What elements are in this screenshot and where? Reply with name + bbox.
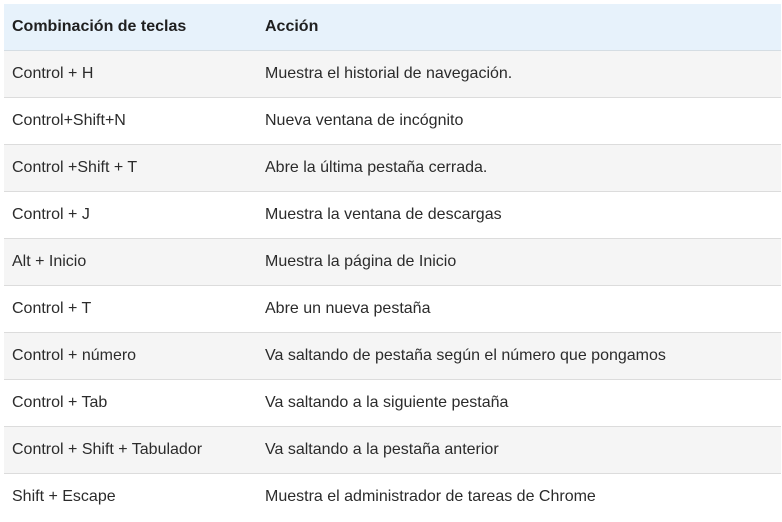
shortcut-action-cell: Muestra el administrador de tareas de Ch… (265, 487, 596, 505)
shortcut-action-cell: Abre un nueva pestaña (265, 299, 431, 317)
table-row: Shift + Escape Muestra el administrador … (4, 473, 781, 520)
shortcut-keys-cell: Shift + Escape (12, 487, 116, 505)
table-row: Control + T Abre un nueva pestaña (4, 285, 781, 332)
table-row: Control + número Va saltando de pestaña … (4, 332, 781, 379)
header-row: Combinación de teclas Acción (4, 4, 781, 51)
shortcut-action-cell: Va saltando de pestaña según el número q… (265, 346, 666, 364)
shortcut-action-cell: Va saltando a la pestaña anterior (265, 440, 499, 458)
table-row: Control + Shift + Tabulador Va saltando … (4, 426, 781, 473)
table-row: Control + Tab Va saltando a la siguiente… (4, 379, 781, 426)
shortcut-action-cell: Nueva ventana de incógnito (265, 111, 464, 129)
shortcut-keys-cell: Control + Shift + Tabulador (12, 440, 203, 458)
shortcut-action-cell: Muestra la ventana de descargas (265, 205, 502, 223)
shortcut-keys-cell: Alt + Inicio (12, 252, 87, 270)
shortcut-keys-cell: Control + T (12, 299, 92, 317)
shortcut-keys-cell: Control + Tab (12, 393, 108, 411)
shortcut-keys-cell: Control + J (12, 205, 90, 223)
table-body: Control + H Muestra el historial de nave… (4, 50, 781, 520)
table-row: Alt + Inicio Muestra la página de Inicio (4, 238, 781, 285)
shortcut-keys-cell: Control + H (12, 64, 94, 82)
table-row: Control +Shift + T Abre la última pestañ… (4, 144, 781, 191)
shortcut-action-cell: Muestra la página de Inicio (265, 252, 457, 270)
column-header-action: Acción (257, 4, 781, 51)
table-header: Combinación de teclas Acción (4, 4, 781, 51)
table-row: Control + H Muestra el historial de nave… (4, 50, 781, 97)
shortcut-action-cell: Abre la última pestaña cerrada. (265, 158, 488, 176)
column-header-keys: Combinación de teclas (4, 4, 257, 51)
shortcut-keys-cell: Control+Shift+N (12, 111, 126, 129)
table-row: Control+Shift+N Nueva ventana de incógni… (4, 97, 781, 144)
shortcut-keys-cell: Control +Shift + T (12, 158, 138, 176)
shortcuts-table: Combinación de teclas Acción Control + H… (4, 4, 781, 520)
shortcut-keys-cell: Control + número (12, 346, 137, 364)
table-row: Control + J Muestra la ventana de descar… (4, 191, 781, 238)
shortcut-action-cell: Va saltando a la siguiente pestaña (265, 393, 509, 411)
shortcut-action-cell: Muestra el historial de navegación. (265, 64, 513, 82)
